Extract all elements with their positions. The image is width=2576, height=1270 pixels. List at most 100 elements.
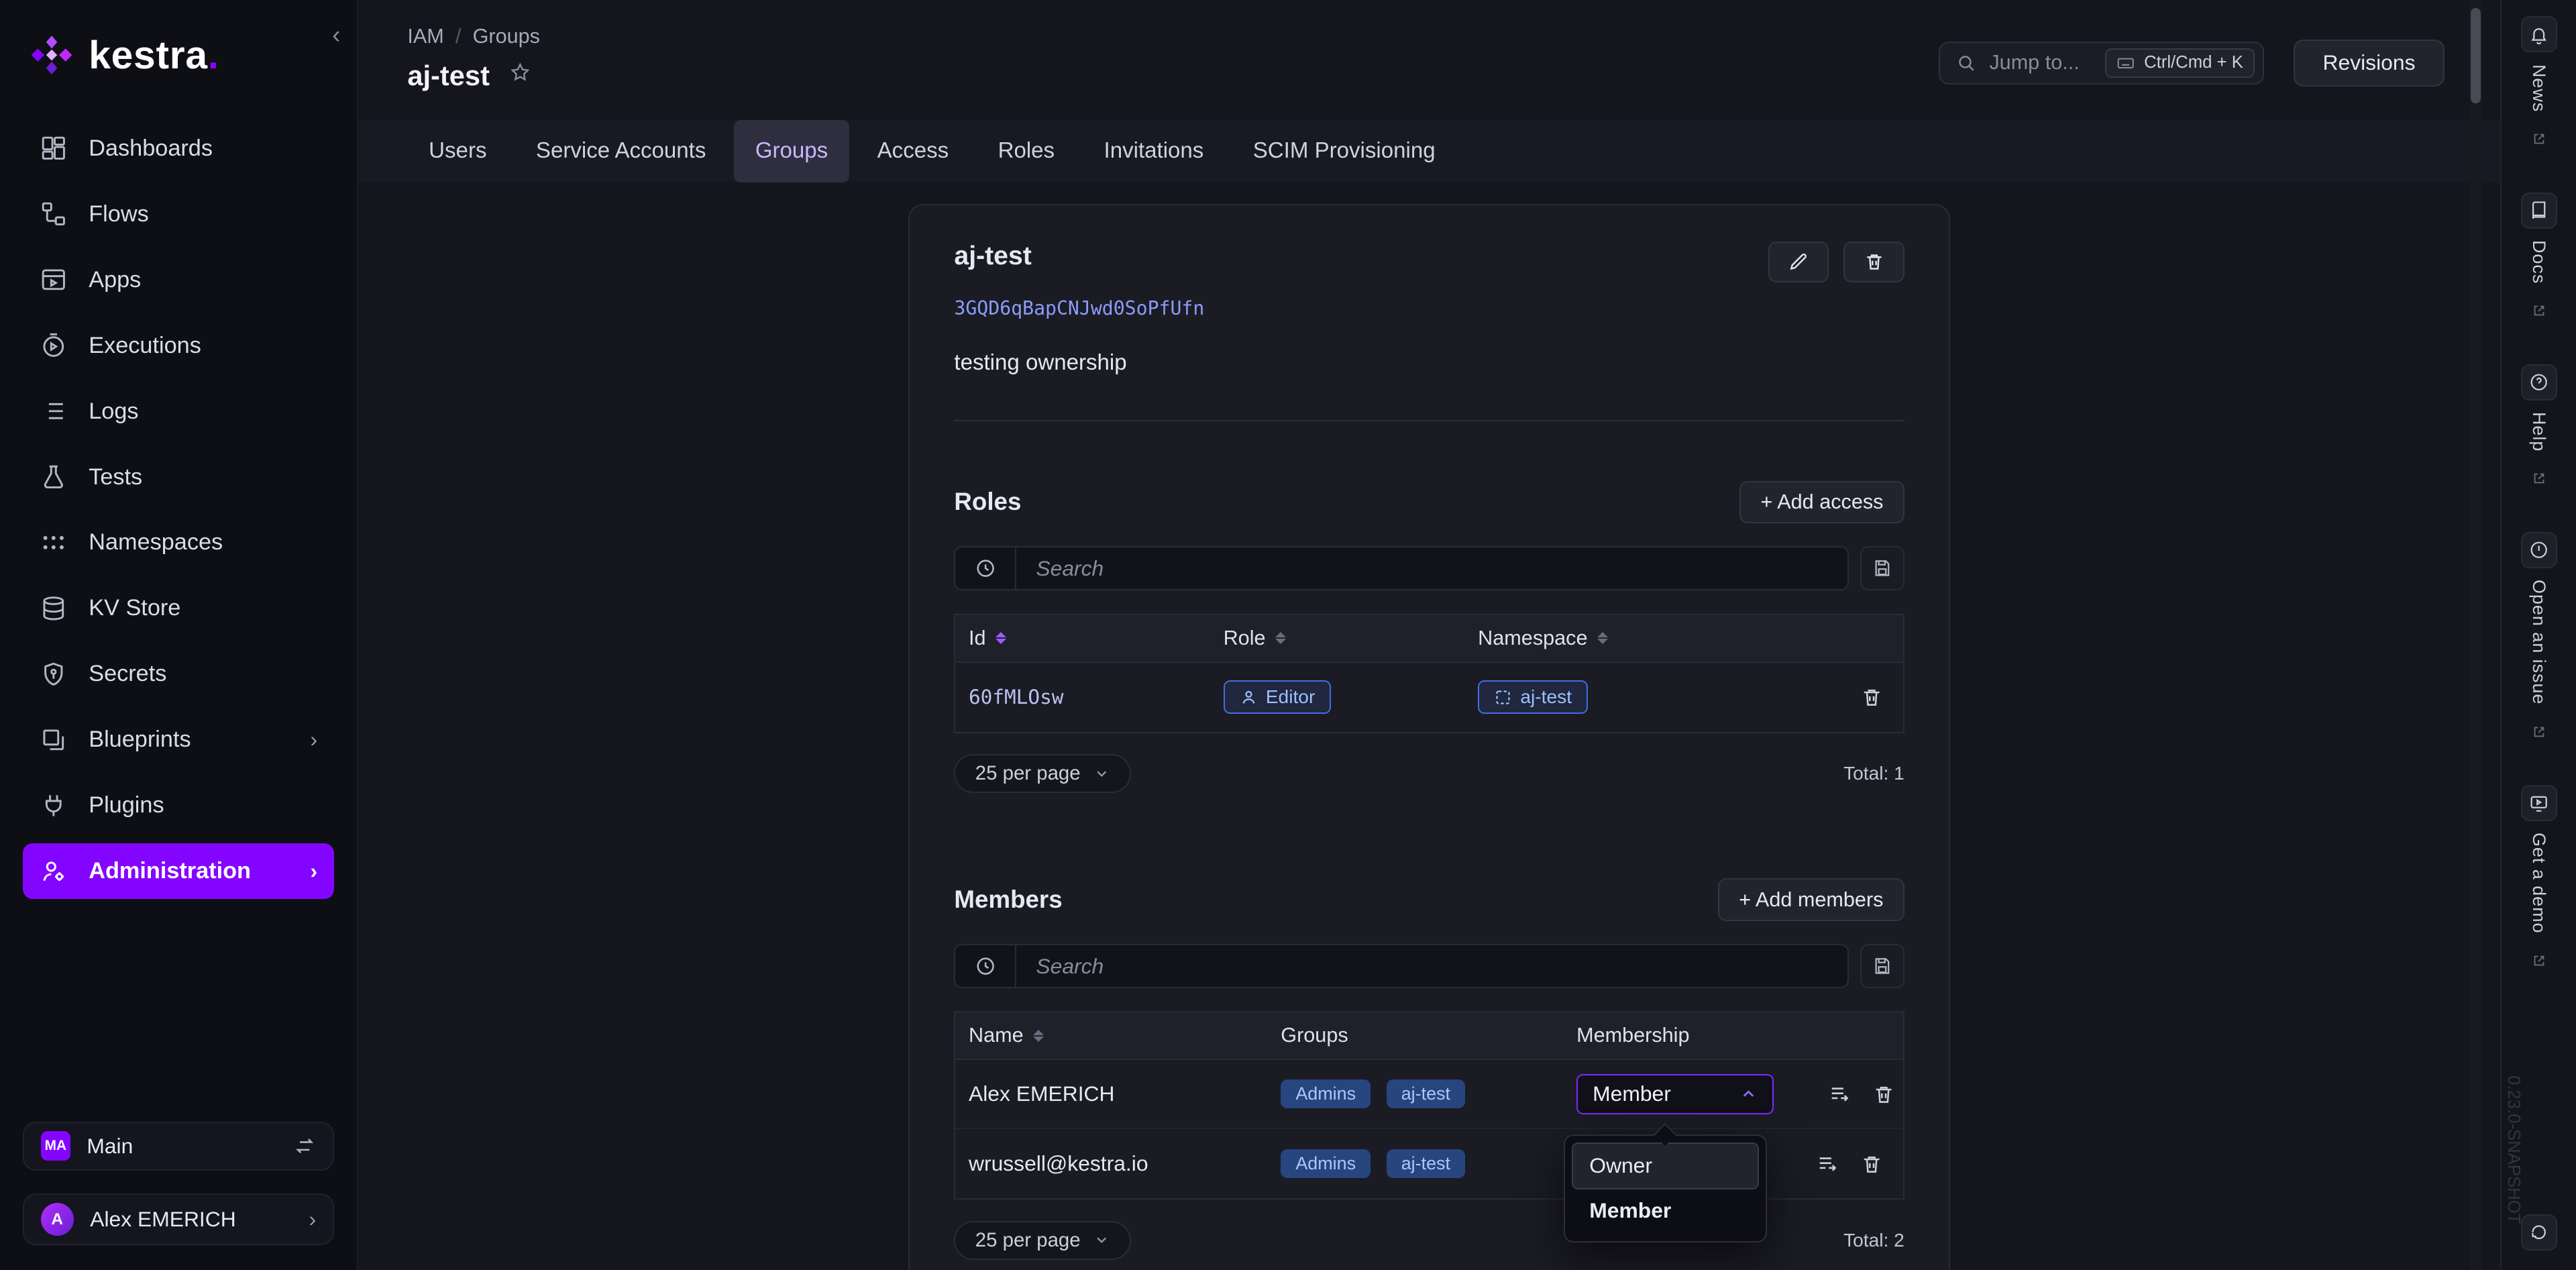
list-arrow-icon[interactable] — [1828, 1083, 1851, 1106]
favorite-star-icon[interactable] — [508, 60, 533, 92]
tab-access[interactable]: Access — [856, 120, 970, 182]
roles-heading: Roles — [954, 488, 1021, 516]
swap-icon[interactable] — [293, 1134, 316, 1157]
sidebar-item-flows[interactable]: Flows — [23, 187, 333, 242]
role-id[interactable]: 60fMLOsw — [955, 686, 1210, 708]
user-menu[interactable]: A Alex EMERICH › — [23, 1194, 333, 1245]
revisions-button[interactable]: Revisions — [2294, 40, 2445, 87]
shortcut-badge: Ctrl/Cmd + K — [2105, 48, 2255, 77]
user-name: Alex EMERICH — [90, 1207, 292, 1232]
roles-table: Id Role Namespace — [954, 614, 1904, 733]
rail-item-help[interactable]: Help — [2521, 364, 2557, 492]
search-icon — [1956, 53, 1976, 72]
tenant-switcher[interactable]: MA Main — [23, 1122, 333, 1171]
sidebar-item-dashboards[interactable]: Dashboards — [23, 121, 333, 176]
sidebar-item-blueprints[interactable]: Blueprints › — [23, 712, 333, 768]
chevron-up-icon — [1739, 1085, 1758, 1103]
external-link-icon — [2532, 953, 2546, 968]
namespace-chip[interactable]: aj-test — [1478, 680, 1588, 715]
option-owner[interactable]: Owner — [1573, 1144, 1758, 1188]
external-link-icon — [2532, 471, 2546, 486]
group-chip-aj-test[interactable]: aj-test — [1387, 1149, 1465, 1178]
user-avatar: A — [41, 1203, 74, 1236]
option-member[interactable]: Member — [1573, 1188, 1758, 1232]
tab-invitations[interactable]: Invitations — [1083, 120, 1225, 182]
role-chip[interactable]: Editor — [1224, 680, 1332, 715]
kv-store-icon — [40, 594, 68, 623]
members-search-input[interactable] — [1016, 945, 1847, 987]
members-per-page-select[interactable]: 25 per page — [954, 1221, 1131, 1260]
breadcrumb-groups[interactable]: Groups — [473, 25, 540, 48]
tenant-name: Main — [87, 1134, 276, 1159]
edit-group-button[interactable] — [1768, 242, 1829, 282]
sidebar-item-secrets[interactable]: Secrets — [23, 646, 333, 702]
breadcrumb-iam[interactable]: IAM — [407, 25, 443, 48]
save-search-icon[interactable] — [1860, 944, 1904, 988]
member-name: wrussell@kestra.io — [955, 1151, 1267, 1176]
dashboards-icon — [40, 134, 68, 162]
member-row-1: Alex EMERICH Admins aj-test Member Owne — [955, 1060, 1902, 1129]
tab-scim-provisioning[interactable]: SCIM Provisioning — [1232, 120, 1456, 182]
trash-icon — [1864, 251, 1885, 272]
tab-groups[interactable]: Groups — [734, 120, 849, 182]
sidebar-item-kv-store[interactable]: KV Store — [23, 580, 333, 636]
rail-item-history[interactable] — [2521, 1214, 2557, 1251]
group-chip-admins[interactable]: Admins — [1281, 1079, 1371, 1108]
members-col-name[interactable]: Name — [955, 1024, 1267, 1047]
add-access-button[interactable]: + Add access — [1739, 481, 1904, 523]
sidebar-item-namespaces[interactable]: Namespaces — [23, 515, 333, 570]
sidebar-menu: Dashboards Flows Apps Executions Logs Te… — [0, 121, 357, 1102]
history-icon[interactable] — [955, 945, 1016, 987]
members-searchbar — [954, 944, 1904, 988]
delete-member-icon[interactable] — [1872, 1083, 1895, 1106]
history-icon[interactable] — [955, 547, 1016, 589]
group-chip-admins[interactable]: Admins — [1281, 1149, 1371, 1178]
sidebar-item-administration[interactable]: Administration › — [23, 843, 333, 899]
content-area: aj-test 3GQD6qBapCNJwd0SoPfUfn testing o… — [358, 182, 2501, 1270]
main-area: IAM / Groups aj-test Jump to... Ctrl/Cmd… — [358, 0, 2501, 1270]
roles-col-id[interactable]: Id — [955, 627, 1210, 650]
rail-item-docs[interactable]: Docs — [2521, 193, 2557, 325]
members-col-membership: Membership — [1564, 1024, 1775, 1047]
roles-search-input[interactable] — [1016, 547, 1847, 589]
roles-col-role[interactable]: Role — [1210, 627, 1465, 650]
roles-col-namespace[interactable]: Namespace — [1465, 627, 1831, 650]
sidebar-item-plugins[interactable]: Plugins — [23, 778, 333, 833]
sort-icon — [1275, 627, 1286, 649]
rail-item-news[interactable]: News — [2521, 16, 2557, 152]
flows-icon — [40, 200, 68, 228]
add-members-button[interactable]: + Add members — [1718, 878, 1904, 920]
docs-icon — [2529, 201, 2548, 220]
page-title: aj-test — [407, 60, 490, 92]
sidebar-item-apps[interactable]: Apps — [23, 252, 333, 308]
kestra-logo[interactable]: kestra. — [0, 0, 357, 121]
roles-per-page-select[interactable]: 25 per page — [954, 754, 1131, 793]
jump-to-search[interactable]: Jump to... Ctrl/Cmd + K — [1939, 42, 2264, 85]
tab-users[interactable]: Users — [407, 120, 508, 182]
sidebar-item-tests[interactable]: Tests — [23, 449, 333, 505]
members-total: Total: 2 — [1843, 1230, 1904, 1251]
membership-select[interactable]: Member — [1576, 1074, 1774, 1115]
scrollbar-track[interactable] — [2469, 0, 2483, 1270]
delete-role-icon[interactable] — [1860, 686, 1883, 708]
tab-roles[interactable]: Roles — [977, 120, 1076, 182]
delete-member-icon[interactable] — [1860, 1153, 1883, 1175]
rail-item-open-an-issue[interactable]: Open an issue — [2521, 532, 2557, 746]
scrollbar-thumb[interactable] — [2471, 8, 2481, 103]
rail-item-get-a-demo[interactable]: Get a demo — [2521, 785, 2557, 975]
chevron-down-icon — [1093, 1232, 1110, 1248]
pencil-icon — [1788, 251, 1809, 272]
sidebar-item-executions[interactable]: Executions — [23, 318, 333, 374]
group-chip-aj-test[interactable]: aj-test — [1387, 1079, 1465, 1108]
tenant-avatar: MA — [41, 1131, 70, 1161]
sidebar-item-logs[interactable]: Logs — [23, 383, 333, 439]
save-search-icon[interactable] — [1860, 546, 1904, 590]
group-id[interactable]: 3GQD6qBapCNJwd0SoPfUfn — [954, 297, 1904, 319]
sidebar-collapse-icon[interactable]: ‹ — [332, 23, 340, 48]
kestra-logo-icon — [30, 33, 74, 77]
list-arrow-icon[interactable] — [1816, 1153, 1839, 1175]
tab-service-accounts[interactable]: Service Accounts — [515, 120, 727, 182]
sidebar: ‹ kestra. Dashboards Flows Apps — [0, 0, 358, 1270]
delete-group-button[interactable] — [1843, 242, 1904, 282]
blueprints-icon — [40, 726, 68, 754]
